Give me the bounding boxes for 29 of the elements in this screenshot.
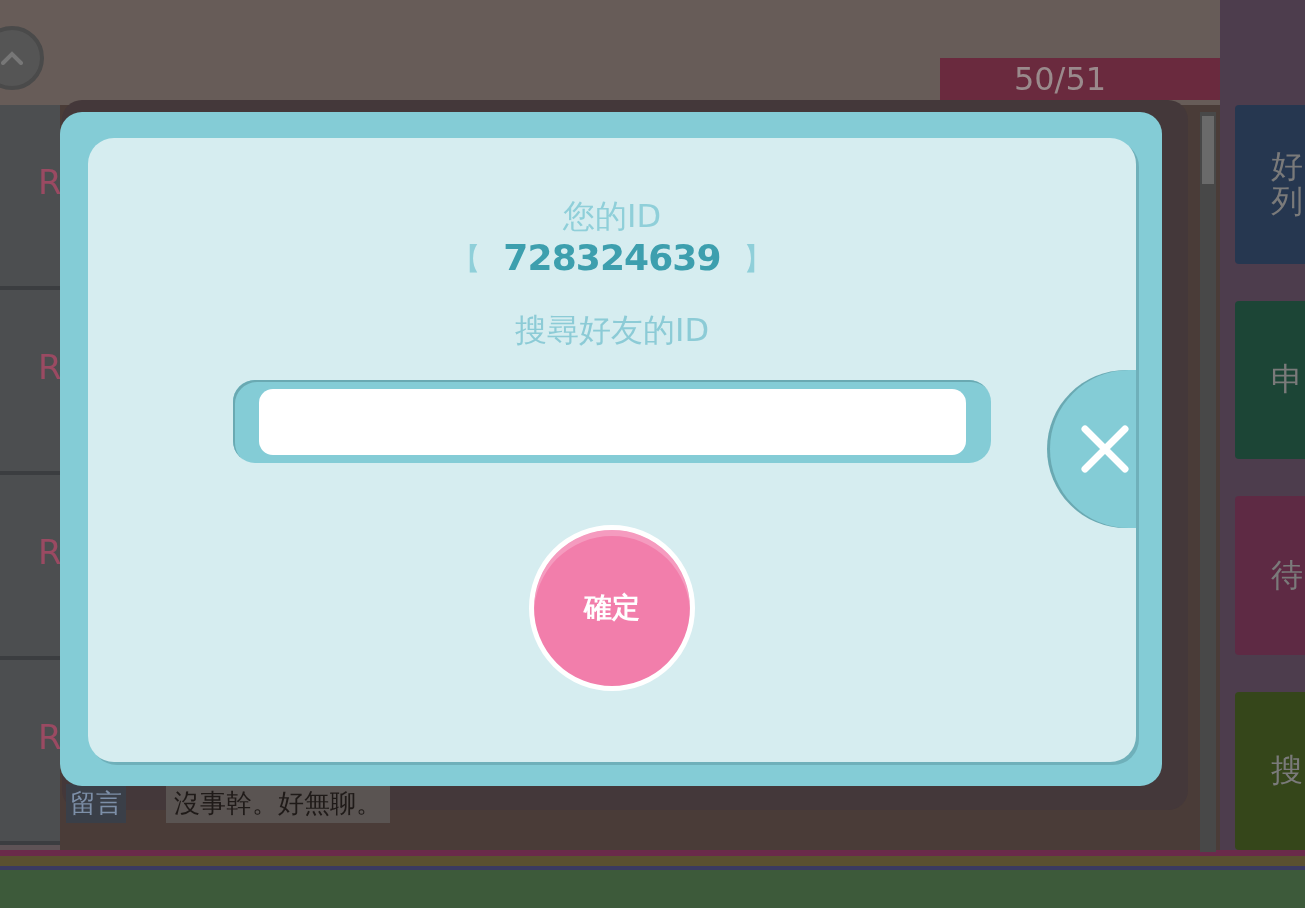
rank-letter: R [38, 535, 60, 569]
friend-list-row[interactable]: R [0, 290, 60, 475]
rank-letter: R [38, 350, 60, 384]
friend-list-row[interactable]: R [0, 475, 60, 660]
rank-letter: R [38, 720, 60, 754]
side-menu-label: 好列 [1271, 149, 1303, 220]
message-label: 留言 [66, 784, 126, 823]
side-menu-label: 搜 [1271, 753, 1303, 789]
friend-id-input[interactable] [233, 380, 991, 463]
close-icon [1080, 424, 1130, 474]
side-menu-button[interactable]: 待 [1235, 496, 1305, 655]
friend-counter: 50/51 [1013, 63, 1107, 95]
player-id: 728324639 [503, 236, 721, 280]
friend-list-row[interactable]: R [0, 105, 60, 290]
bracket-right: 】 [742, 239, 773, 278]
confirm-button[interactable]: 確定 [529, 525, 695, 691]
side-menu-label: 待 [1271, 557, 1303, 593]
search-label: 搜尋好友的ID [514, 310, 710, 350]
id-label: 您的ID [562, 196, 662, 236]
bracket-left: 【 [451, 239, 482, 278]
message-text: 沒事幹。好無聊。 [166, 784, 390, 823]
side-menu-button[interactable]: 好列 [1235, 105, 1305, 264]
scrollbar-thumb[interactable] [1202, 116, 1214, 184]
friend-list-row[interactable]: R [0, 660, 60, 845]
side-menu-label: 申 [1271, 362, 1303, 398]
rank-letter: R [38, 165, 60, 199]
chevron-up-icon [1, 51, 23, 65]
side-menu-button[interactable]: 申 [1235, 300, 1305, 459]
side-menu-button[interactable]: 搜 [1235, 691, 1305, 850]
